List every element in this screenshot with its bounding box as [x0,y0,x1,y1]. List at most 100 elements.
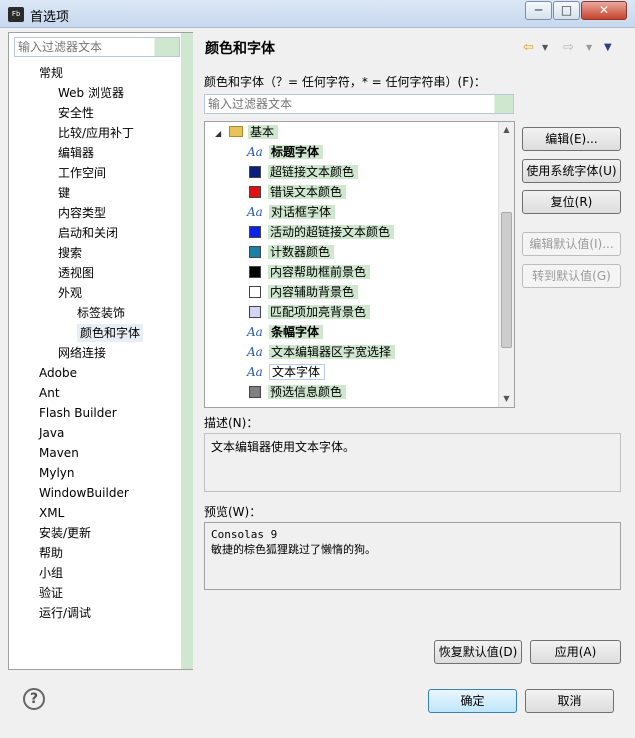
minimize-button[interactable]: ─ [525,1,552,20]
forward-arrow-icon[interactable]: ⇨ [563,40,574,55]
scroll-thumb[interactable] [501,212,512,348]
item-label: 活动的超链接文本颜色 [268,225,395,239]
restore-defaults-button[interactable]: 恢复默认值(D) [434,640,522,664]
font-icon: Aa [247,205,263,219]
colors-fonts-tree: ◢ 基本 Aa 标题字体超链接文本颜色错误文本颜色 Aa 对话框字体活动的超链接文本颜色… [204,121,515,408]
tree-item[interactable]: 键 [9,183,181,203]
reset-button[interactable]: 复位(R) [522,190,621,214]
colors-filter-input[interactable] [205,95,490,113]
tree-item-font[interactable]: Aa 对话框字体 [247,202,336,222]
tree-item[interactable]: XML [9,503,181,523]
item-label: 条幅字体 [269,325,324,339]
tree-item[interactable]: 网络连接 [9,343,181,363]
tree-item[interactable]: 安全性 [9,103,181,123]
color-swatch-icon [249,246,261,258]
tree-item[interactable]: Ant [9,383,181,403]
app-icon: Fb [8,7,24,22]
tree-item-color[interactable]: 预选信息颜色 [247,382,347,402]
item-label: 预选信息颜色 [268,385,347,399]
left-filter-input[interactable] [15,38,155,56]
use-system-font-button[interactable]: 使用系统字体(U) [522,159,621,183]
tree-item[interactable]: 运行/调试 [9,603,181,623]
preferences-tree-panel: 常规 Web 浏览器安全性比较/应用补丁编辑器工作空间键内容类型启动和关闭搜索透视… [8,32,193,670]
tree-item-label: Flash Builder [39,406,117,420]
back-arrow-icon[interactable]: ⇦ [523,40,534,55]
item-label: 内容帮助框前景色 [268,265,371,279]
tree-item-label: 安装/更新 [39,526,92,540]
close-button[interactable]: ✕ [581,1,627,20]
maximize-button[interactable]: □ [553,1,580,20]
tree-item-color[interactable]: 超链接文本颜色 [247,162,359,182]
item-label: 计数器颜色 [268,245,335,259]
scroll-down-icon[interactable]: ▼ [499,391,514,407]
tree-category-basic[interactable]: ◢ 基本 [215,122,279,144]
tree-item[interactable]: 内容类型 [9,203,181,223]
cancel-button[interactable]: 取消 [525,689,614,713]
tree-item[interactable]: 标签装饰 [9,303,181,323]
tree-item-font[interactable]: Aa 文本编辑器区字宽选择 [247,342,396,362]
tree-item-color[interactable]: 匹配项加亮背景色 [247,302,371,322]
tree-item-label: Adobe [39,366,77,380]
tree-item[interactable]: Flash Builder [9,403,181,423]
tree-item[interactable]: 比较/应用补丁 [9,123,181,143]
left-filter-field [14,37,180,57]
window-title: 首选项 [30,10,70,25]
tree-item-label: Mylyn [39,466,75,480]
color-swatch-icon [249,166,261,178]
back-menu-icon[interactable]: ▼ [542,43,548,52]
tree-item-label: 安全性 [58,106,95,120]
view-menu-icon[interactable]: ▼ [604,42,612,53]
tree-item[interactable]: Web 浏览器 [9,83,181,103]
font-icon: Aa [247,365,263,379]
title-bar: Fb 首选项 ─ □ ✕ [0,0,635,28]
tree-item[interactable]: 安装/更新 [9,523,181,543]
edit-default-button[interactable]: 编辑默认值(I)... [522,232,621,256]
color-swatch-icon [249,226,261,238]
tree-item-font[interactable]: Aa 标题字体 [247,142,324,162]
tree-item[interactable]: Java [9,423,181,443]
edit-button[interactable]: 编辑(E)... [522,127,621,151]
tree-item-label: 编辑器 [58,146,95,160]
forward-menu-icon[interactable]: ▼ [586,43,592,52]
tree-item[interactable]: 小组 [9,563,181,583]
tree-item[interactable]: WindowBuilder [9,483,181,503]
tree-item-label: 搜索 [58,246,83,260]
tree-item[interactable]: 工作空间 [9,163,181,183]
tree-item-label: 外观 [58,286,83,300]
tree-item-font[interactable]: Aa 文本字体 [247,362,326,382]
description-text: 文本编辑器使用文本字体。 [211,440,356,454]
tree-item[interactable]: 透视图 [9,263,181,283]
help-icon[interactable]: ? [23,688,45,710]
tree-item[interactable]: 颜色和字体 [9,323,181,343]
tree-scrollbar[interactable]: ▲ ▼ [498,122,514,407]
color-swatch-icon [249,286,261,298]
tree-item[interactable]: 验证 [9,583,181,603]
tree-item-color[interactable]: 内容辅助背景色 [247,282,359,302]
goto-default-button[interactable]: 转到默认值(G) [522,264,621,288]
scroll-up-icon[interactable]: ▲ [499,122,514,138]
tree-item[interactable]: 常规 [9,63,181,83]
tree-item[interactable]: 外观 [9,283,181,303]
tree-item-color[interactable]: 活动的超链接文本颜色 [247,222,395,242]
tree-item-label: Java [39,426,65,440]
item-label: 文本编辑器区字宽选择 [269,345,396,359]
tree-item[interactable]: Mylyn [9,463,181,483]
collapse-icon[interactable]: ◢ [215,124,225,144]
apply-button[interactable]: 应用(A) [530,640,621,664]
tree-item-font[interactable]: Aa 条幅字体 [247,322,324,342]
tree-item-label: Maven [39,446,79,460]
ok-button[interactable]: 确定 [428,689,517,713]
tree-item-color[interactable]: 计数器颜色 [247,242,335,262]
preview-box: Consolas 9 敏捷的棕色狐狸跳过了懒惰的狗。 [204,522,621,590]
tree-item-color[interactable]: 错误文本颜色 [247,182,347,202]
tree-item[interactable]: 帮助 [9,543,181,563]
tree-item[interactable]: 编辑器 [9,143,181,163]
left-scrollbar[interactable] [181,33,193,669]
tree-item[interactable]: 启动和关闭 [9,223,181,243]
item-label: 超链接文本颜色 [268,165,359,179]
tree-item[interactable]: Adobe [9,363,181,383]
tree-item[interactable]: 搜索 [9,243,181,263]
tree-item-color[interactable]: 内容帮助框前景色 [247,262,371,282]
tree-item[interactable]: Maven [9,443,181,463]
tree-item-label: 网络连接 [58,346,107,360]
